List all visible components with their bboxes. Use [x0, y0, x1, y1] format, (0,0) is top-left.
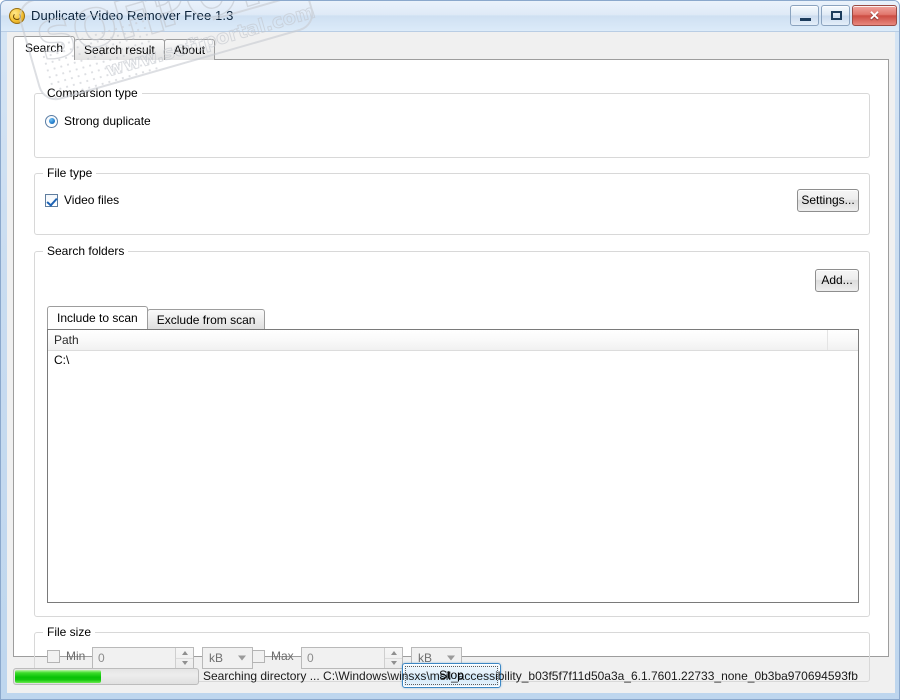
checkbox-icon: [45, 193, 58, 207]
file-type-group: File type Video files Settings...: [34, 166, 870, 235]
checkbox-video-files[interactable]: Video files: [45, 193, 119, 207]
minimize-button[interactable]: [790, 5, 819, 26]
cell-path: C:\: [54, 353, 70, 367]
comparison-type-group: Comparsion type Strong duplicate: [34, 86, 870, 158]
table-row[interactable]: C:\: [48, 351, 858, 370]
tab-search-result-label: Search result: [84, 43, 155, 57]
window-title: Duplicate Video Remover Free 1.3: [31, 8, 234, 23]
window-controls: ✕: [790, 5, 897, 26]
scan-progress-fill: [15, 670, 101, 683]
tab-about[interactable]: About: [163, 39, 216, 60]
checkbox-max-size[interactable]: Max: [252, 649, 294, 663]
chevron-up-icon[interactable]: [385, 648, 402, 659]
max-size-value[interactable]: 0: [302, 648, 384, 668]
checkbox-min-size-label: Min: [66, 649, 86, 663]
tab-search[interactable]: Search: [13, 36, 76, 60]
min-size-value[interactable]: 0: [93, 648, 175, 668]
listview-header: Path: [48, 330, 858, 351]
settings-button-label: Settings...: [801, 193, 855, 207]
inner-tab-include-label: Include to scan: [57, 311, 138, 325]
search-tab-panel: Comparsion type Strong duplicate File ty…: [13, 59, 889, 682]
application-window: Duplicate Video Remover Free 1.3 ✕ Searc…: [0, 0, 900, 700]
checkbox-max-size-label: Max: [271, 649, 294, 663]
main-tabstrip: Search Search result About: [13, 36, 216, 60]
max-size-spin-arrows[interactable]: [384, 648, 402, 668]
search-folders-group: Search folders Add... Include to scan Ex…: [34, 244, 870, 617]
comparison-type-legend: Comparsion type: [43, 86, 142, 100]
app-circle-icon: [9, 8, 25, 24]
close-button[interactable]: ✕: [852, 5, 897, 26]
radio-strong-duplicate[interactable]: Strong duplicate: [45, 114, 151, 128]
min-size-unit-value: kB: [209, 651, 224, 665]
maximize-icon: [831, 11, 842, 20]
column-header-extra[interactable]: [828, 330, 858, 350]
settings-button[interactable]: Settings...: [797, 189, 859, 212]
title-bar: Duplicate Video Remover Free 1.3 ✕: [1, 1, 899, 32]
file-size-legend: File size: [43, 625, 96, 639]
maximize-button[interactable]: [821, 5, 850, 26]
checkbox-icon: [252, 649, 265, 663]
chevron-down-icon[interactable]: [232, 648, 252, 668]
add-folder-button-label: Add...: [821, 273, 853, 287]
file-type-legend: File type: [43, 166, 97, 180]
inner-tab-exclude-from-scan[interactable]: Exclude from scan: [146, 309, 266, 329]
column-header-path[interactable]: Path: [48, 330, 828, 350]
radio-strong-duplicate-label: Strong duplicate: [64, 114, 151, 128]
inner-tab-exclude-label: Exclude from scan: [156, 313, 256, 327]
status-text: Searching directory ... C:\Windows\winsx…: [203, 669, 858, 683]
inner-tab-include-to-scan[interactable]: Include to scan: [47, 306, 148, 329]
scan-progress-bar: [13, 668, 199, 685]
chevron-up-icon[interactable]: [176, 648, 193, 659]
folders-listview[interactable]: Path C:\: [47, 329, 859, 603]
tab-about-label: About: [173, 43, 206, 57]
tab-search-result[interactable]: Search result: [74, 39, 165, 60]
minimize-icon: [800, 18, 811, 21]
client-area: Search Search result About Comparsion ty…: [7, 32, 895, 693]
folder-scope-tabstrip: Include to scan Exclude from scan: [47, 306, 266, 329]
tab-search-label: Search: [25, 41, 64, 55]
checkbox-min-size[interactable]: Min: [47, 649, 85, 663]
min-size-spin-arrows[interactable]: [175, 648, 193, 668]
checkbox-icon: [47, 649, 60, 663]
add-folder-button[interactable]: Add...: [815, 269, 859, 292]
radio-icon: [45, 114, 58, 128]
checkbox-video-files-label: Video files: [64, 193, 120, 207]
stop-button-label: Stop: [439, 668, 464, 682]
close-icon: ✕: [869, 8, 880, 23]
search-folders-legend: Search folders: [43, 244, 129, 258]
